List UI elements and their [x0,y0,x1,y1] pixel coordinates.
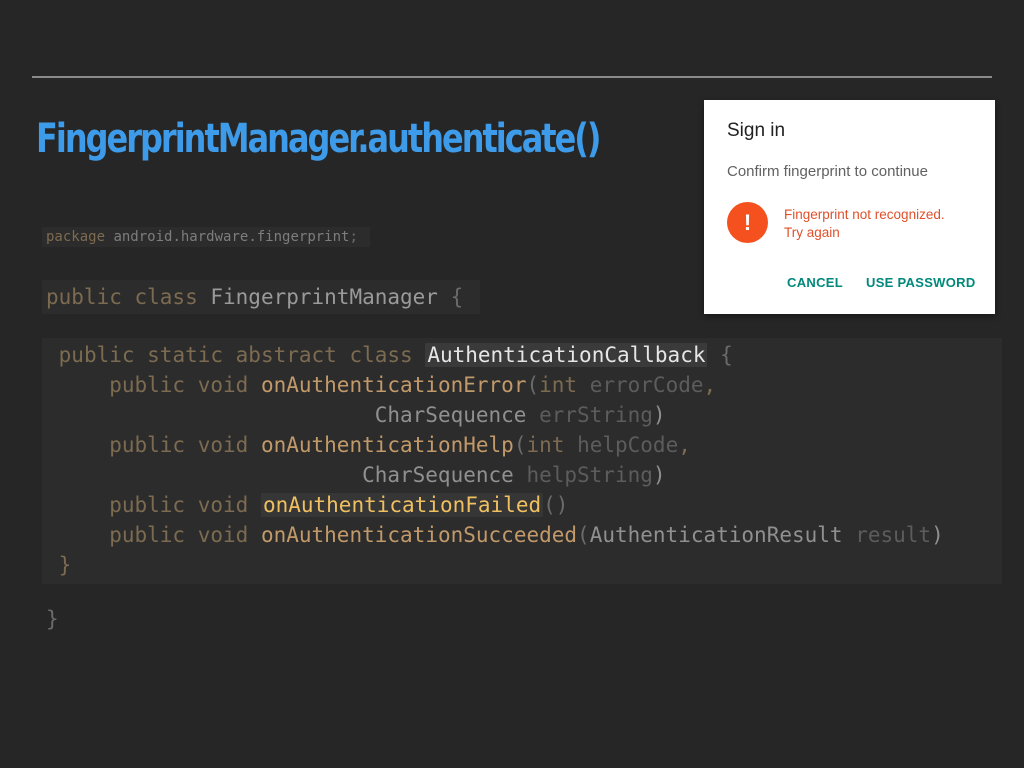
inner-class-name: AuthenticationCallback [425,343,708,367]
param-help-string: helpString [526,463,653,487]
inner-close-brace: } [58,553,72,577]
code-class-close: } [42,602,63,636]
error-line-1: Fingerprint not recognized. [784,207,945,222]
keyword-public-void: public void [109,493,249,517]
paren-close: ) [931,523,944,547]
param-error-code: errorCode [589,373,704,397]
class-name: FingerprintManager [210,285,438,309]
method-on-authentication-failed: onAuthenticationFailed [260,493,544,517]
cancel-button[interactable]: CANCEL [787,275,843,290]
code-method-failed-line: public void onAuthenticationFailed() [46,490,998,520]
code-package-line: package android.hardware.fingerprint; [42,227,371,247]
use-password-button[interactable]: USE PASSWORD [866,275,976,290]
type-char-sequence: CharSequence [374,403,527,427]
code-method-help-line2: CharSequence helpString) [46,460,998,490]
param-help-code: helpCode [577,433,679,457]
class-close-brace: } [46,607,59,631]
type-authentication-result: AuthenticationResult [589,523,843,547]
type-int: int [526,433,565,457]
code-class-line: public class FingerprintManager { [42,280,480,314]
type-int: int [539,373,578,397]
paren: ( [577,523,590,547]
error-message: Fingerprint not recognized. Try again [784,206,984,242]
dialog-title: Sign in [727,120,786,141]
code-inner-close-line: } [46,550,998,580]
package-name: android.hardware.fingerprint [113,229,350,245]
keyword-inner-class: public static abstract class [58,343,413,367]
code-method-succeeded-line: public void onAuthenticationSucceeded(Au… [46,520,998,550]
param-err-string: errString [539,403,653,427]
error-icon: ! [727,202,768,243]
comma: , [678,433,691,457]
keyword-public-void: public void [109,523,249,547]
paren-close: ) [652,463,666,487]
paren: ( [526,373,540,397]
paren-close: ) [652,403,666,427]
code-method-error-line: public void onAuthenticationError(int er… [46,370,998,400]
code-method-help-line: public void onAuthenticationHelp(int hel… [46,430,998,460]
keyword-public-class: public class [46,285,198,309]
parens: () [543,493,569,517]
divider-rule [32,76,992,78]
keyword-package: package [46,229,106,245]
code-inner-class-line: public static abstract class Authenticat… [46,340,998,370]
method-on-authentication-error: onAuthenticationError [260,373,527,397]
paren: ( [513,433,527,457]
slide-title: FingerprintManager.authenticate() [36,116,602,162]
param-result: result [855,523,932,547]
comma: , [703,373,717,397]
type-char-sequence: CharSequence [362,463,514,487]
sign-in-dialog: Sign in Confirm fingerprint to continue … [704,100,995,314]
package-semicolon: ; [349,229,358,245]
class-open-brace: { [450,285,464,309]
dialog-subtitle: Confirm fingerprint to continue [727,163,928,180]
method-on-authentication-help: onAuthenticationHelp [260,433,514,457]
keyword-public-void: public void [109,373,249,397]
keyword-public-void: public void [109,433,249,457]
code-callback-block: public static abstract class Authenticat… [42,338,1002,584]
inner-open-brace: { [720,343,733,367]
error-line-2: Try again [784,225,840,240]
method-on-authentication-succeeded: onAuthenticationSucceeded [260,523,578,547]
code-method-error-line2: CharSequence errString) [46,400,998,430]
